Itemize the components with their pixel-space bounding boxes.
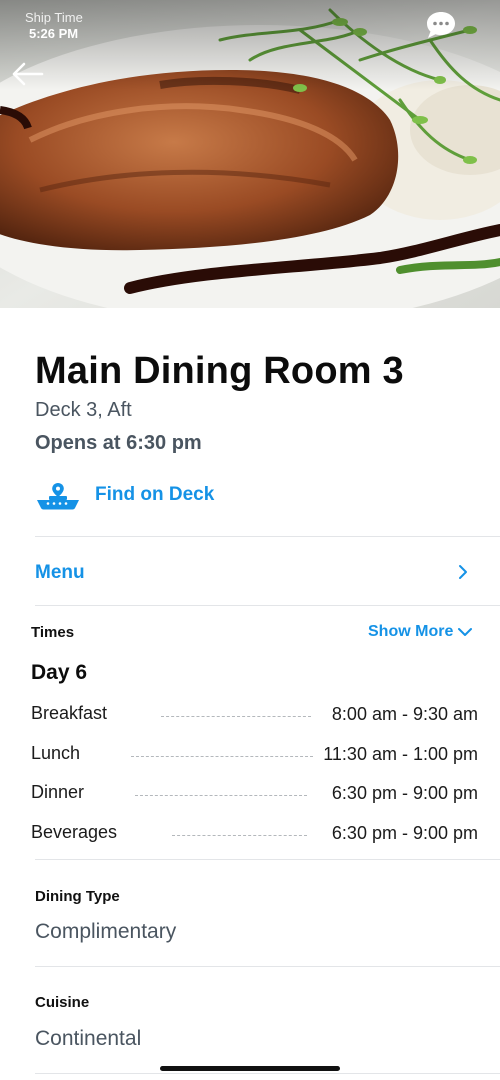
meal-hours: 6:30 pm - 9:00 pm [331,823,478,843]
divider [35,859,500,860]
dotted-leader [131,756,313,757]
schedule-row: Lunch 11:30 am - 1:00 pm [31,741,478,767]
hero-image: Ship Time 5:26 PM [0,0,500,308]
meal-hours: 11:30 am - 1:00 pm [323,744,478,764]
meal-hours: 8:00 am - 9:30 am [331,704,478,724]
ship-location-icon [37,483,79,510]
venue-title: Main Dining Room 3 [35,350,404,392]
back-button[interactable] [8,58,48,90]
ship-time-value: 5:26 PM [29,26,79,41]
schedule-row: Dinner 6:30 pm - 9:00 pm [31,780,478,806]
cuisine-label: Cuisine [35,994,90,1011]
schedule-row: Breakfast 8:00 am - 9:30 am [31,701,478,727]
dotted-leader [161,716,311,717]
divider [35,966,500,967]
dotted-leader [172,835,307,836]
chat-bubble-icon [427,12,455,38]
menu-link[interactable]: Menu [0,538,500,604]
dining-type-label: Dining Type [35,888,120,905]
salmon-dish-photo [0,0,500,308]
venue-location: Deck 3, Aft [35,399,132,421]
arrow-left-icon [12,62,44,86]
show-more-label: Show More [368,623,454,640]
show-more-button[interactable]: Show More [368,623,473,641]
cuisine-value: Continental [35,1027,142,1050]
schedule-row: Beverages 6:30 pm - 9:00 pm [31,820,478,846]
home-indicator[interactable] [160,1066,340,1071]
times-section-label: Times [31,624,75,641]
meal-name: Beverages [31,822,118,842]
chat-button[interactable] [423,10,459,40]
menu-label: Menu [35,562,85,583]
meal-name: Dinner [31,782,85,802]
dining-type-value: Complimentary [35,920,177,943]
dotted-leader [135,795,307,796]
chevron-right-icon [459,565,467,579]
divider [35,1073,500,1074]
meal-hours: 6:30 pm - 9:00 pm [331,783,478,803]
day-label: Day 6 [31,661,88,684]
opening-time: Opens at 6:30 pm [35,432,202,454]
divider [35,536,500,537]
find-on-deck-label: Find on Deck [95,484,215,505]
ship-time-label: Ship Time [25,10,83,25]
meal-name: Lunch [31,743,81,763]
meal-name: Breakfast [31,703,108,723]
chevron-down-icon [458,627,473,636]
divider [35,605,500,606]
